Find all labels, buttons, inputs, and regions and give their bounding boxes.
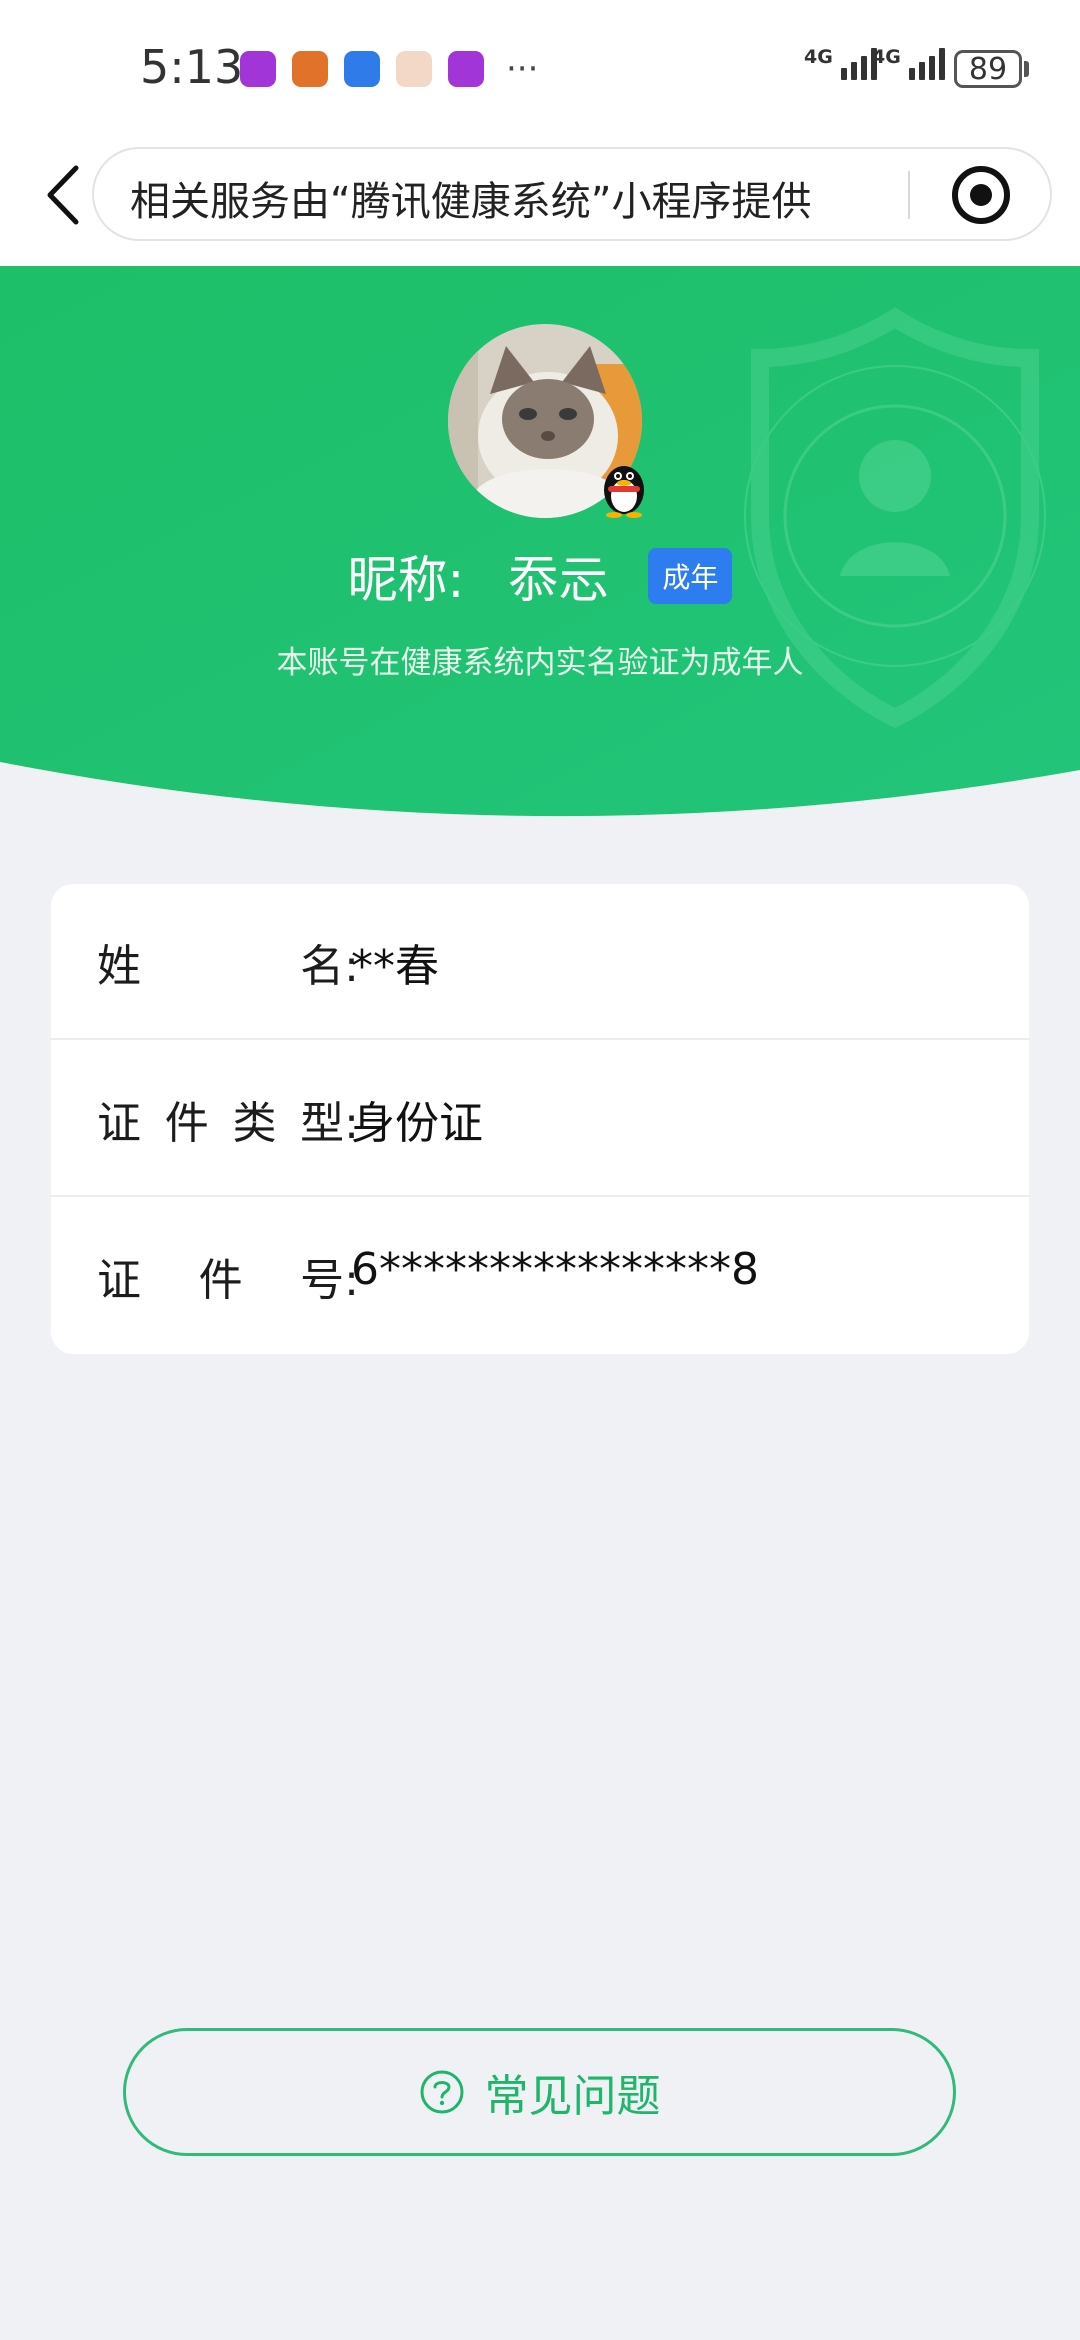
id-type-value: 身份证 [351,1098,483,1149]
divider [51,1038,1029,1040]
question-circle-icon [420,2070,463,2114]
mini-program-capsule: 相关服务由“腾讯健康系统”小程序提供 [92,147,1052,241]
signal-icon: 4G [804,48,877,80]
chevron-left-icon [47,165,79,225]
verification-description: 本账号在健康系统内实名验证为成年人 [276,645,804,681]
close-mini-program-button[interactable] [952,166,1010,224]
qq-penguin-icon [596,454,652,518]
info-row-label: 证 件 号: [97,1255,359,1306]
nav-title: 相关服务由“腾讯健康系统”小程序提供 [130,179,812,225]
info-row-id-number: 证 件 号: 6****************8 [51,1198,1029,1354]
battery-tip [1024,61,1029,77]
capsule-divider [908,171,910,219]
divider [51,1195,1029,1197]
nickname-label: 昵称: [347,551,465,609]
info-row-id-type: 证 件 类 型: 身份证 [51,1041,1029,1197]
message-notification-icon [344,51,380,87]
avatar [448,324,644,518]
info-row-label: 姓 名: [97,941,359,992]
book-notification-icon [396,51,432,87]
nickname-value: 忝忈 [508,551,609,609]
info-row-name: 姓 名: **春 [51,884,1029,1040]
notification-icons: ··· [240,51,538,87]
target-icon [970,184,992,206]
battery-icon: 89 [954,50,1022,88]
app-notification-icon [240,51,276,87]
more-notifications-icon: ··· [506,49,539,89]
status-bar: 5:13 ··· 4G 4G 89 [0,0,1080,140]
identity-info-card: 姓 名: **春 证 件 类 型: 身份证 证 件 号: 6**********… [51,884,1029,1354]
back-button[interactable] [40,160,90,230]
nickname-row: 昵称: 忝忈 成年 [0,540,1080,612]
status-time: 5:13 [140,40,244,94]
faq-button[interactable]: 常见问题 [123,2028,956,2156]
faq-label: 常见问题 [484,2071,661,2122]
app-notification-icon [292,51,328,87]
battery-level: 89 [968,51,1008,87]
signal-icon: 4G [872,48,945,80]
info-row-label: 证 件 类 型: [97,1098,359,1149]
real-name-value: **春 [351,941,439,992]
adult-status-badge: 成年 [648,548,733,604]
app-notification-icon [448,51,484,87]
id-number-value: 6****************8 [351,1244,759,1295]
